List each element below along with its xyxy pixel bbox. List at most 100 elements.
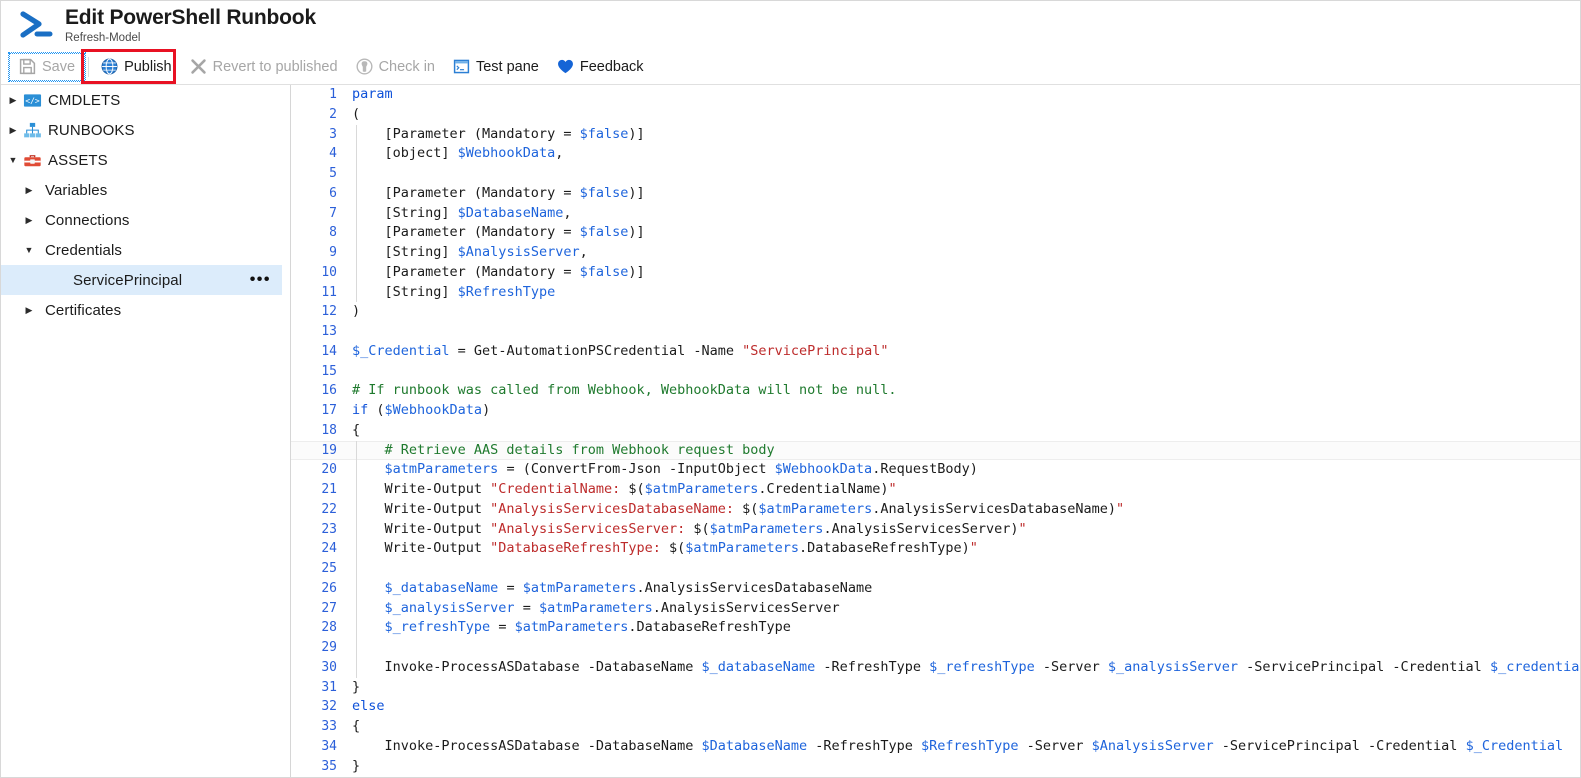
code-line[interactable]: 31} xyxy=(291,678,1580,698)
code-line[interactable]: 13 xyxy=(291,322,1580,342)
code-line-text[interactable]: [Parameter (Mandatory = $false)] xyxy=(349,184,1580,204)
code-line[interactable]: 32else xyxy=(291,697,1580,717)
code-line[interactable]: 3 [Parameter (Mandatory = $false)] xyxy=(291,125,1580,145)
code-line-text[interactable]: else xyxy=(349,697,1580,717)
code-line-text[interactable]: [String] $DatabaseName, xyxy=(349,204,1580,224)
page-title: Edit PowerShell Runbook xyxy=(65,6,316,30)
sidebar-item-serviceprincipal[interactable]: ▶ServicePrincipal••• xyxy=(1,265,285,295)
code-token-var: $_analysisServer xyxy=(385,600,515,616)
code-line-text[interactable]: { xyxy=(349,421,1580,441)
code-line[interactable]: 25 xyxy=(291,559,1580,579)
code-line-text[interactable]: } xyxy=(349,757,1580,777)
code-line[interactable]: 29 xyxy=(291,638,1580,658)
sidebar-item-connections[interactable]: ▶Connections xyxy=(1,205,285,235)
code-line[interactable]: 28 $_refreshType = $atmParameters.Databa… xyxy=(291,618,1580,638)
code-line-text[interactable]: Write-Output "CredentialName: $($atmPara… xyxy=(349,480,1580,500)
code-line-text[interactable]: Write-Output "AnalysisServicesServer: $(… xyxy=(349,520,1580,540)
code-token-var: $_Credential xyxy=(1466,738,1564,754)
chevron-right-icon[interactable]: ▶ xyxy=(5,126,21,135)
code-token-var: $WebhookData xyxy=(385,402,483,418)
code-line-text[interactable]: Invoke-ProcessASDatabase -DatabaseName $… xyxy=(349,737,1580,757)
code-line-text[interactable]: Write-Output "AnalysisServicesDatabaseNa… xyxy=(349,500,1580,520)
code-token-var: $AnalysisServer xyxy=(1092,738,1214,754)
chevron-right-icon[interactable]: ▶ xyxy=(5,96,21,105)
sidebar-item-variables[interactable]: ▶Variables xyxy=(1,175,285,205)
code-line-text[interactable]: if ($WebhookData) xyxy=(349,401,1580,421)
code-line[interactable]: 26 $_databaseName = $atmParameters.Analy… xyxy=(291,579,1580,599)
code-line[interactable]: 12) xyxy=(291,302,1580,322)
sidebar-item-runbooks[interactable]: ▶RUNBOOKS xyxy=(1,115,285,145)
test-pane-button[interactable]: Test pane xyxy=(444,53,548,81)
code-line[interactable]: 9 [String] $AnalysisServer, xyxy=(291,243,1580,263)
code-line[interactable]: 7 [String] $DatabaseName, xyxy=(291,204,1580,224)
code-line[interactable]: 16# If runbook was called from Webhook, … xyxy=(291,381,1580,401)
code-line-text[interactable]: # If runbook was called from Webhook, We… xyxy=(349,381,1580,401)
save-button[interactable]: Save xyxy=(9,53,85,81)
save-disk-icon xyxy=(19,58,36,75)
code-line-text[interactable]: [String] $RefreshType xyxy=(349,283,1580,303)
code-line-text[interactable]: Invoke-ProcessASDatabase -DatabaseName $… xyxy=(349,658,1580,678)
code-line-text[interactable]: [object] $WebhookData, xyxy=(349,144,1580,164)
code-line[interactable]: 5 xyxy=(291,164,1580,184)
code-line-text[interactable]: ( xyxy=(349,105,1580,125)
code-line[interactable]: 21 Write-Output "CredentialName: $($atmP… xyxy=(291,480,1580,500)
sidebar-item-assets[interactable]: ▼ASSETS xyxy=(1,145,285,175)
code-line[interactable]: 18{ xyxy=(291,421,1580,441)
sidebar-item-cmdlets[interactable]: ▶</>CMDLETS xyxy=(1,85,285,115)
code-line-text[interactable]: { xyxy=(349,717,1580,737)
code-line[interactable]: 8 [Parameter (Mandatory = $false)] xyxy=(291,223,1580,243)
code-line[interactable]: 4 [object] $WebhookData, xyxy=(291,144,1580,164)
code-line[interactable]: 33{ xyxy=(291,717,1580,737)
code-line-text[interactable]: # Retrieve AAS details from Webhook requ… xyxy=(349,441,1580,461)
chevron-down-icon[interactable]: ▼ xyxy=(5,156,21,165)
assets-tree-sidebar[interactable]: ▶</>CMDLETS▶RUNBOOKS▼ASSETS▶Variables▶Co… xyxy=(1,85,291,778)
code-line-text[interactable]: $_Credential = Get-AutomationPSCredentia… xyxy=(349,342,1580,362)
revert-to-published-button[interactable]: Revert to published xyxy=(181,53,347,81)
page-header: Edit PowerShell Runbook Refresh-Model xyxy=(1,1,1580,49)
chevron-right-icon[interactable]: ▶ xyxy=(21,186,37,195)
code-line[interactable]: 14$_Credential = Get-AutomationPSCredent… xyxy=(291,342,1580,362)
sidebar-item-credentials[interactable]: ▼Credentials xyxy=(1,235,285,265)
code-line[interactable]: 24 Write-Output "DatabaseRefreshType: $(… xyxy=(291,539,1580,559)
code-line[interactable]: 17if ($WebhookData) xyxy=(291,401,1580,421)
code-line[interactable]: 19 # Retrieve AAS details from Webhook r… xyxy=(291,441,1580,461)
check-in-button[interactable]: Check in xyxy=(347,53,444,81)
code-line-text[interactable]: $_refreshType = $atmParameters.DatabaseR… xyxy=(349,618,1580,638)
chevron-right-icon[interactable]: ▶ xyxy=(21,306,37,315)
sidebar-item-certificates[interactable]: ▶Certificates xyxy=(1,295,285,325)
code-line-text[interactable]: [Parameter (Mandatory = $false)] xyxy=(349,125,1580,145)
code-line[interactable]: 11 [String] $RefreshType xyxy=(291,283,1580,303)
code-line-text[interactable]: } xyxy=(349,678,1580,698)
line-number: 35 xyxy=(291,757,349,777)
feedback-button[interactable]: Feedback xyxy=(548,53,653,81)
code-line-text[interactable]: $_databaseName = $atmParameters.Analysis… xyxy=(349,579,1580,599)
code-line[interactable]: 6 [Parameter (Mandatory = $false)] xyxy=(291,184,1580,204)
code-token-op: .DatabaseRefreshType xyxy=(799,540,962,556)
code-line-text[interactable]: $atmParameters = (ConvertFrom-Json -Inpu… xyxy=(349,460,1580,480)
code-line-text[interactable]: Write-Output "DatabaseRefreshType: $($at… xyxy=(349,539,1580,559)
code-line-text[interactable]: ) xyxy=(349,302,1580,322)
code-line-text[interactable]: $_analysisServer = $atmParameters.Analys… xyxy=(349,599,1580,619)
line-number: 2 xyxy=(291,105,349,125)
context-menu-ellipsis-icon[interactable]: ••• xyxy=(250,272,271,288)
code-editor[interactable]: 1param2(3 [Parameter (Mandatory = $false… xyxy=(291,85,1580,778)
code-line[interactable]: 10 [Parameter (Mandatory = $false)] xyxy=(291,263,1580,283)
code-line[interactable]: 23 Write-Output "AnalysisServicesServer:… xyxy=(291,520,1580,540)
code-line-text[interactable]: [Parameter (Mandatory = $false)] xyxy=(349,263,1580,283)
code-line-text[interactable]: param xyxy=(349,85,1580,105)
code-line[interactable]: 2( xyxy=(291,105,1580,125)
code-line[interactable]: 22 Write-Output "AnalysisServicesDatabas… xyxy=(291,500,1580,520)
chevron-down-icon[interactable]: ▼ xyxy=(21,246,37,255)
code-token-op: } xyxy=(352,679,360,695)
code-line[interactable]: 35} xyxy=(291,757,1580,777)
code-line[interactable]: 15 xyxy=(291,362,1580,382)
code-line[interactable]: 20 $atmParameters = (ConvertFrom-Json -I… xyxy=(291,460,1580,480)
code-line[interactable]: 1param xyxy=(291,85,1580,105)
code-line-text[interactable]: [String] $AnalysisServer, xyxy=(349,243,1580,263)
chevron-right-icon[interactable]: ▶ xyxy=(21,216,37,225)
code-line[interactable]: 27 $_analysisServer = $atmParameters.Ana… xyxy=(291,599,1580,619)
code-line[interactable]: 34 Invoke-ProcessASDatabase -DatabaseNam… xyxy=(291,737,1580,757)
publish-button[interactable]: Publish xyxy=(92,53,181,81)
code-line-text[interactable]: [Parameter (Mandatory = $false)] xyxy=(349,223,1580,243)
code-line[interactable]: 30 Invoke-ProcessASDatabase -DatabaseNam… xyxy=(291,658,1580,678)
